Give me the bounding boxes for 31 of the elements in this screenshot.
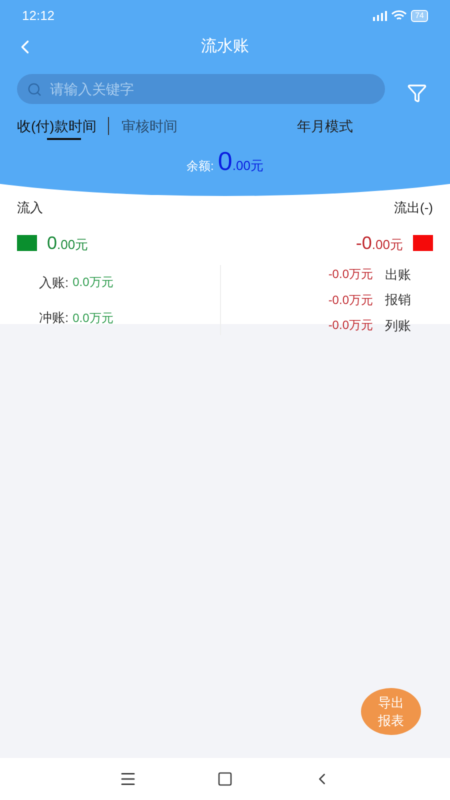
balance-decimal: .00元 xyxy=(232,157,264,175)
balance-amount: 0 xyxy=(218,146,232,176)
battery-indicator: 74 xyxy=(411,10,428,22)
menu-icon[interactable] xyxy=(119,770,137,788)
search-icon xyxy=(27,82,42,97)
status-time: 12:12 xyxy=(22,7,55,26)
tab[interactable]: 收(付)款时间 xyxy=(17,114,96,138)
wifi-icon xyxy=(391,10,408,22)
search-field[interactable]: 请输入关键字 xyxy=(17,74,385,104)
inflow-label: 入账: xyxy=(39,274,69,292)
inflow-amount: 0 xyxy=(47,232,58,254)
outflow-label: 列账 xyxy=(385,316,411,334)
inflow-title: 流入 xyxy=(17,199,43,217)
outflow-value: -0.0万元 xyxy=(328,266,373,284)
page-title: 流水账 xyxy=(201,36,249,57)
outflow-decimal: .00元 xyxy=(372,236,403,254)
outflow-value: -0.0万元 xyxy=(328,292,373,309)
inflow-value: 0.0万元 xyxy=(72,274,114,292)
outflow-label: 报销 xyxy=(385,291,411,309)
inflow-label: 冲账: xyxy=(39,309,69,327)
inflow-decimal: .00元 xyxy=(57,236,88,254)
tab[interactable]: 审核时间 xyxy=(121,114,178,138)
outflow-amount: -0 xyxy=(356,232,372,254)
filter-icon xyxy=(407,83,427,103)
home-icon[interactable] xyxy=(217,771,233,787)
year-month-mode-button[interactable]: 年月模式 xyxy=(297,116,353,136)
inflow-value: 0.0万元 xyxy=(72,310,114,327)
balance-label: 余额: xyxy=(186,158,214,175)
outflow-title: 流出(-) xyxy=(394,199,433,217)
outflow-label: 出账 xyxy=(385,266,411,284)
outflow-value: -0.0万元 xyxy=(328,317,373,334)
